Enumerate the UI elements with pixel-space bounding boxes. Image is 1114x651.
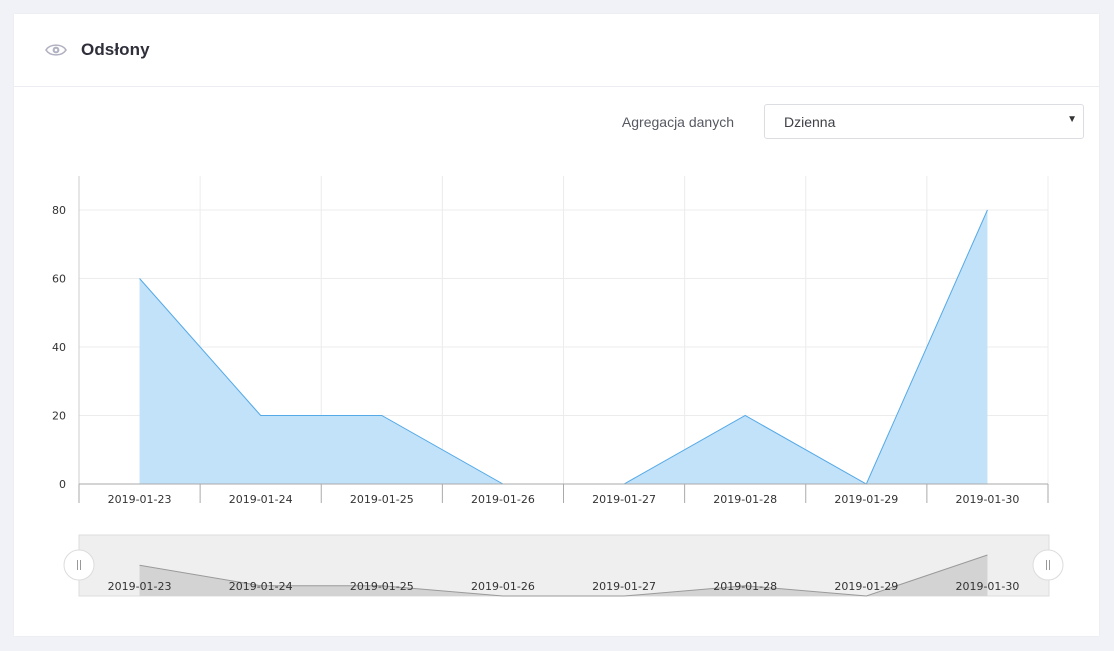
x-tick-label: 2019-01-23: [108, 493, 172, 506]
x-tick-label: 2019-01-25: [350, 493, 414, 506]
navigator-tick-label: 2019-01-23: [108, 580, 172, 593]
navigator-tick-label: 2019-01-26: [471, 580, 535, 593]
x-tick-label: 2019-01-26: [471, 493, 535, 506]
y-tick-label: 60: [52, 273, 66, 286]
navigator-handle-right[interactable]: [1032, 549, 1064, 581]
data-point: [138, 277, 141, 280]
navigator-tick-label: 2019-01-25: [350, 580, 414, 593]
x-tick-label: 2019-01-24: [229, 493, 293, 506]
y-tick-label: 20: [52, 410, 66, 423]
y-tick-label: 40: [52, 341, 66, 354]
data-point: [380, 414, 383, 417]
navigator-tick-label: 2019-01-24: [229, 580, 293, 593]
navigator-handle-left[interactable]: [63, 549, 95, 581]
x-tick-label: 2019-01-28: [713, 493, 777, 506]
navigator-tick-label: 2019-01-30: [955, 580, 1019, 593]
y-tick-label: 80: [52, 204, 66, 217]
data-point: [986, 209, 989, 212]
navigator-tick-label: 2019-01-29: [834, 580, 898, 593]
data-point: [259, 414, 262, 417]
navigator-tick-label: 2019-01-28: [713, 580, 777, 593]
views-chart: 0 20 40 60 80 2019-01-23 2019-01-24 2019-01-25 2…: [52, 176, 1064, 597]
x-tick-label: 2019-01-29: [834, 493, 898, 506]
y-tick-label: 0: [59, 478, 66, 491]
x-tick-label: 2019-01-27: [592, 493, 656, 506]
navigator-tick-label: 2019-01-27: [592, 580, 656, 593]
x-tick-label: 2019-01-30: [955, 493, 1019, 506]
data-point: [744, 414, 747, 417]
